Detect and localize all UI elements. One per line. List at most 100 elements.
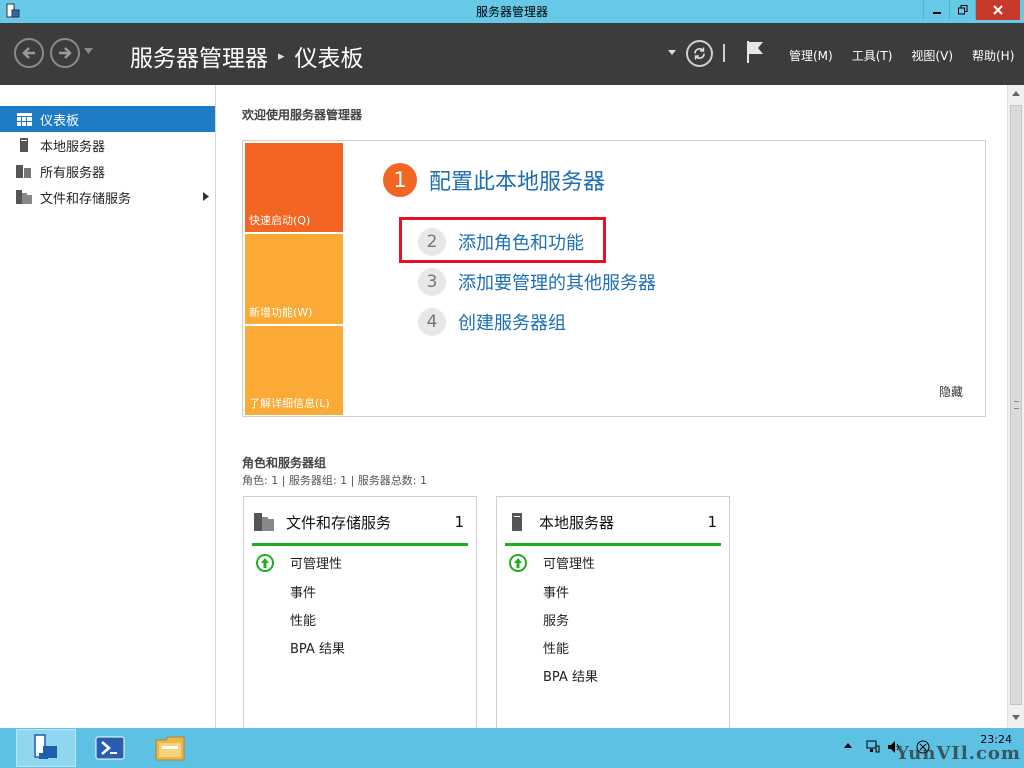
card-row-manageability[interactable]: 可管理性 [509, 553, 595, 572]
file-storage-icon [16, 189, 32, 205]
card-row-services[interactable]: 服务 [543, 610, 569, 629]
step-label: 配置此本地服务器 [429, 170, 606, 195]
role-card-file-storage[interactable]: 文件和存储服务 1 可管理性 事件 性能 BPA 结果 [243, 496, 477, 728]
arrow-right-icon [59, 47, 72, 59]
arrow-left-icon [22, 47, 35, 59]
hide-link[interactable]: 隐藏 [939, 383, 963, 400]
card-count: 1 [454, 513, 464, 531]
card-row-events[interactable]: 事件 [543, 582, 569, 601]
taskbar-file-explorer[interactable] [140, 729, 200, 767]
status-bar [505, 543, 721, 546]
card-row-manageability[interactable]: 可管理性 [256, 553, 342, 572]
expand-arrow-icon[interactable] [203, 192, 209, 201]
folder-icon [155, 736, 185, 761]
roles-heading: 角色和服务器组 [242, 456, 327, 470]
sidebar-item-dashboard[interactable]: 仪表板 [0, 106, 215, 132]
welcome-heading: 欢迎使用服务器管理器 [242, 108, 363, 122]
menu-view[interactable]: 视图(V) [911, 47, 953, 64]
status-ok-icon [509, 553, 527, 572]
main-menu: 管理(M) 工具(T) 视图(V) 帮助(H) [789, 47, 1014, 64]
card-title: 本地服务器 [539, 513, 615, 532]
show-hidden-icons-icon[interactable] [844, 743, 852, 748]
roles-summary: 角色: 1 | 服务器组: 1 | 服务器总数: 1 [242, 474, 428, 487]
grip-icon [1014, 401, 1019, 409]
card-title: 文件和存储服务 [286, 513, 392, 532]
card-header[interactable]: 文件和存储服务 1 [254, 511, 468, 533]
status-bar [252, 543, 468, 546]
tile-quick-start[interactable]: 快速启动(Q) [245, 143, 343, 232]
tile-label: 快速启动(Q) [249, 214, 311, 227]
sidebar-item-label: 本地服务器 [40, 139, 106, 155]
tile-learn-more[interactable]: 了解详细信息(L) [245, 326, 343, 415]
card-header[interactable]: 本地服务器 1 [507, 511, 721, 533]
dashboard-icon [16, 111, 32, 127]
file-storage-icon [254, 512, 274, 532]
sidebar: 仪表板 本地服务器 所有服务器 文件和存储服务 [0, 85, 216, 728]
step-label: 添加角色和功能 [458, 233, 584, 254]
role-card-local-server[interactable]: 本地服务器 1 可管理性 事件 服务 性能 BPA 结果 [496, 496, 730, 728]
refresh-button[interactable] [686, 40, 713, 67]
status-ok-icon [256, 553, 274, 572]
step-label: 创建服务器组 [458, 313, 566, 334]
card-row-performance[interactable]: 性能 [290, 610, 316, 629]
refresh-icon [694, 47, 705, 60]
card-count: 1 [707, 513, 717, 531]
breadcrumb-current: 仪表板 [294, 46, 364, 72]
title-bar: 服务器管理器 [0, 0, 1024, 23]
dashboard-main: 欢迎使用服务器管理器 快速启动(Q) 新增功能(W) 了解详细信息(L) 1 配… [217, 85, 1007, 728]
tile-label: 新增功能(W) [249, 306, 313, 319]
menu-tools[interactable]: 工具(T) [852, 47, 893, 64]
minimize-icon [932, 12, 941, 14]
history-dropdown-icon[interactable] [84, 48, 93, 54]
scrollbar-thumb[interactable] [1010, 105, 1022, 705]
step-number: 2 [418, 228, 446, 256]
card-row-label: 可管理性 [543, 557, 596, 572]
menu-help[interactable]: 帮助(H) [972, 47, 1014, 64]
minimize-button[interactable] [923, 0, 949, 20]
window-controls [923, 0, 1020, 20]
sidebar-item-label: 仪表板 [40, 113, 80, 129]
server-icon [507, 512, 527, 532]
forward-button[interactable] [50, 38, 80, 68]
taskbar-server-manager[interactable] [16, 729, 76, 767]
chevron-down-icon[interactable] [668, 50, 676, 55]
powershell-icon [95, 736, 125, 760]
sidebar-item-label: 所有服务器 [40, 165, 106, 181]
card-row-bpa[interactable]: BPA 结果 [543, 666, 598, 685]
tile-whats-new[interactable]: 新增功能(W) [245, 234, 343, 324]
restore-button[interactable] [949, 0, 975, 20]
step-number: 1 [383, 163, 417, 197]
taskbar: 23:24 YunVIl.com [0, 728, 1024, 768]
network-icon[interactable] [866, 740, 880, 754]
sidebar-item-local-server[interactable]: 本地服务器 [0, 132, 215, 158]
close-icon [993, 5, 1003, 15]
card-row-performance[interactable]: 性能 [543, 638, 569, 657]
server-icon [16, 137, 32, 153]
header-bar: 服务器管理器 ▸ 仪表板 管理(M) 工具(T) 视图(V) 帮助(H) [0, 23, 1024, 85]
menu-manage[interactable]: 管理(M) [789, 47, 833, 64]
scroll-down-icon[interactable] [1012, 715, 1020, 720]
breadcrumb-root[interactable]: 服务器管理器 [130, 39, 268, 73]
close-button[interactable] [975, 0, 1020, 20]
content-area: 仪表板 本地服务器 所有服务器 文件和存储服务 欢迎使用服务器管理器 快速启动(… [0, 85, 1024, 728]
breadcrumb-separator-icon: ▸ [278, 48, 285, 64]
step-number: 4 [418, 308, 446, 336]
taskbar-powershell[interactable] [80, 729, 140, 767]
breadcrumb: 服务器管理器 ▸ 仪表板 [130, 39, 364, 73]
card-row-events[interactable]: 事件 [290, 582, 316, 601]
scroll-up-icon[interactable] [1012, 91, 1020, 96]
step-label: 添加要管理的其他服务器 [458, 273, 656, 294]
step-add-other-servers[interactable]: 3 添加要管理的其他服务器 [418, 268, 656, 296]
sidebar-item-all-servers[interactable]: 所有服务器 [0, 158, 215, 184]
notifications-flag-icon[interactable] [745, 40, 765, 64]
step-create-server-group[interactable]: 4 创建服务器组 [418, 308, 566, 336]
welcome-panel: 快速启动(Q) 新增功能(W) 了解详细信息(L) 1 配置此本地服务器 2 添… [242, 140, 986, 417]
tile-label: 了解详细信息(L) [249, 397, 330, 410]
step-add-roles-features[interactable]: 2 添加角色和功能 [418, 228, 584, 256]
card-row-bpa[interactable]: BPA 结果 [290, 638, 345, 657]
servers-icon [16, 163, 32, 179]
vertical-scrollbar[interactable] [1007, 85, 1024, 728]
step-configure-local-server[interactable]: 1 配置此本地服务器 [383, 163, 605, 197]
back-button[interactable] [14, 38, 44, 68]
sidebar-item-file-storage[interactable]: 文件和存储服务 [0, 184, 215, 210]
